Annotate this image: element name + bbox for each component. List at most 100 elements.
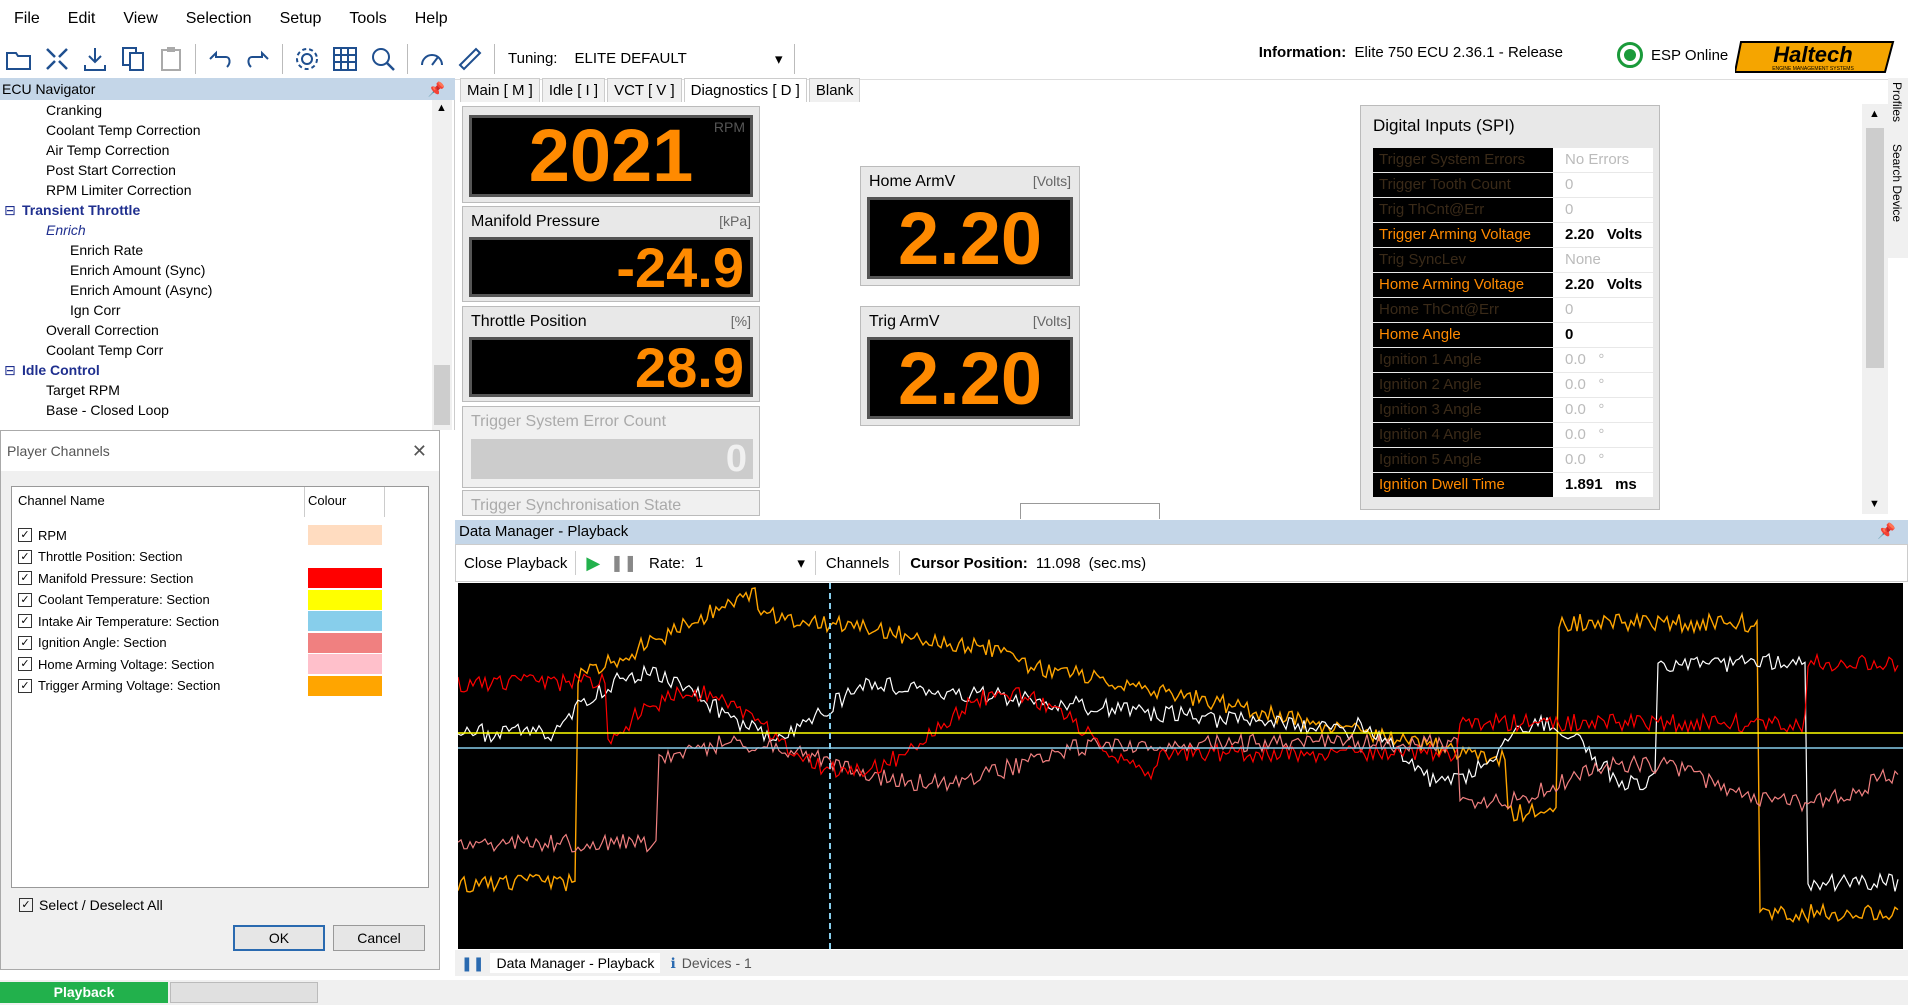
collapse-icon[interactable]: ⊟ [4,362,16,379]
checkbox-icon[interactable]: ✓ [18,571,32,585]
digital-input-row: Ignition Dwell Time 1.891 ms [1373,473,1653,497]
channels-button[interactable]: Channels [826,555,889,572]
play-icon[interactable]: ▶ [586,553,600,574]
channel-row[interactable]: ✓ Trigger Arming Voltage: Section [18,676,220,696]
data-manager-tabs: ❚❚ Data Manager - Playback ℹ Devices - 1 [455,950,1908,976]
playback-plot[interactable] [458,583,1903,949]
navigator-item[interactable]: Enrich Amount (Sync) [70,262,205,278]
channel-colour-swatch[interactable] [308,568,382,588]
navigator-item[interactable]: Cranking [46,102,102,118]
channel-colour-swatch[interactable] [308,611,382,631]
channel-colour-swatch[interactable] [308,589,382,610]
navigator-item[interactable]: Base - Closed Loop [46,402,169,418]
navigator-item[interactable]: Post Start Correction [46,162,176,178]
channel-row[interactable]: ✓ Home Arming Voltage: Section [18,654,214,674]
channel-colour-swatch[interactable] [308,675,382,696]
profiles-tab[interactable]: Profiles [1890,82,1904,122]
connect-icon[interactable] [40,42,74,76]
gauge-value: -24.9 [469,237,753,297]
navigator-item[interactable]: Transient Throttle [22,202,140,218]
checkbox-icon[interactable]: ✓ [18,614,32,628]
close-icon[interactable]: ✕ [412,431,427,471]
digital-input-row: Ignition 5 Angle 0.0 ° [1373,448,1653,472]
navigator-item[interactable]: Enrich Rate [70,242,143,258]
pin-icon[interactable]: 📌 [1877,520,1896,544]
tuning-select[interactable]: ELITE DEFAULT ▾ [567,44,790,73]
checkbox-icon[interactable]: ✓ [18,678,32,693]
grid-icon[interactable] [328,42,362,76]
navigator-item[interactable]: Coolant Temp Correction [46,122,201,138]
rate-value: 1 [694,554,704,571]
cancel-button[interactable]: Cancel [333,925,425,951]
chevron-down-icon: ▾ [797,555,805,572]
pin-icon[interactable]: 📌 [428,78,445,100]
navigator-item[interactable]: Air Temp Correction [46,142,169,158]
menu-view[interactable]: View [123,10,157,28]
redo-icon[interactable] [241,42,275,76]
tab-blank[interactable]: Blank [808,78,861,102]
paste-icon[interactable] [154,42,188,76]
unit-text: ° [1598,426,1605,443]
search-device-tab[interactable]: Search Device [1890,144,1904,222]
tab-diagnostics[interactable]: Diagnostics [ D ] [683,78,807,102]
copy-icon[interactable] [116,42,150,76]
channel-colour-swatch[interactable] [308,632,382,653]
channel-row[interactable]: ✓ Ignition Angle: Section [18,633,167,653]
ok-button[interactable]: OK [233,925,325,951]
menu-setup[interactable]: Setup [280,10,322,28]
navigator-item[interactable]: Coolant Temp Corr [46,342,163,358]
digital-input-row: Trigger System Errors No Errors [1373,148,1653,172]
checkbox-icon[interactable]: ✓ [18,635,32,650]
dashboard-scrollbar[interactable]: ▲ ▼ [1862,104,1888,514]
navigator-item[interactable]: Enrich Amount (Async) [70,282,212,298]
channel-row[interactable]: ✓ Intake Air Temperature: Section [18,611,219,631]
download-icon[interactable] [78,42,112,76]
channel-row[interactable]: ✓ RPM [18,525,67,545]
select-all-checkbox[interactable]: ✓ Select / Deselect All [19,897,163,913]
tab-idle[interactable]: Idle [ I ] [541,78,606,102]
collapse-icon[interactable]: ⊟ [4,202,16,219]
menu-tools[interactable]: Tools [349,10,386,28]
menu-edit[interactable]: Edit [68,10,96,28]
search-icon[interactable] [366,42,400,76]
rate-select[interactable]: 1 ▾ [695,554,805,572]
channel-row[interactable]: ✓ Coolant Temperature: Section [18,590,210,610]
channel-row[interactable]: ✓ Manifold Pressure: Section [18,568,193,588]
navigator-item[interactable]: Idle Control [22,362,100,378]
side-tabs: Profiles Search Device [1888,78,1908,258]
navigator-item[interactable]: Target RPM [46,382,120,398]
gauge-unit: [kPa] [719,213,751,229]
checkbox-icon[interactable]: ✓ [18,657,32,671]
navigator-item[interactable]: Overall Correction [46,322,159,338]
checkbox-icon[interactable]: ✓ [18,528,32,542]
navigator-item[interactable]: Enrich [46,222,86,238]
ruler-icon[interactable] [453,42,487,76]
gauge-icon[interactable] [415,42,449,76]
channel-colour-swatch[interactable] [308,547,382,567]
channel-row[interactable]: ✓ Throttle Position: Section [18,547,183,567]
pause-icon[interactable]: ❚❚ [610,553,637,573]
menu-help[interactable]: Help [415,10,448,28]
channel-colour-swatch[interactable] [308,654,382,674]
tab-vct[interactable]: VCT [ V ] [607,78,682,102]
separator [282,43,283,74]
tab-devices[interactable]: Devices - 1 [682,955,752,971]
plot-trace [458,732,1899,853]
checkbox-icon[interactable]: ✓ [18,549,32,564]
tab-main[interactable]: Main [ M ] [460,78,540,102]
tab-data-manager-playback[interactable]: Data Manager - Playback [490,953,661,973]
menu-file[interactable]: File [14,10,40,28]
navigator-scrollbar[interactable]: ▲ [432,100,452,430]
checkbox-icon[interactable]: ✓ [18,592,32,607]
close-playback-button[interactable]: Close Playback [464,555,567,572]
navigator-item[interactable]: Ign Corr [70,302,121,318]
unit-text: ° [1598,351,1605,368]
gear-icon[interactable] [290,42,324,76]
undo-icon[interactable] [203,42,237,76]
input-value: 0 [1553,173,1653,197]
channel-colour-swatch[interactable] [308,525,382,545]
open-folder-icon[interactable] [2,42,36,76]
menu-selection[interactable]: Selection [186,10,252,28]
separator [195,43,196,74]
navigator-item[interactable]: RPM Limiter Correction [46,182,191,198]
